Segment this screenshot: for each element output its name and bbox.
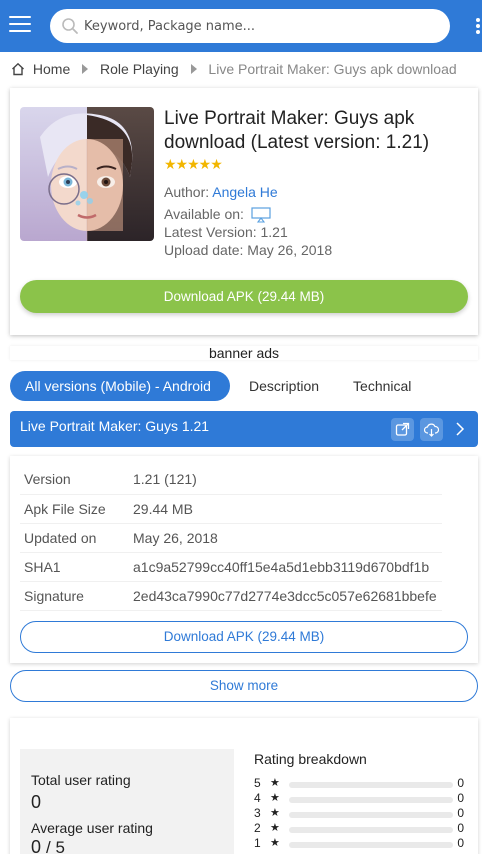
tab-bar: All versions (Mobile) - Android Descripti… [10, 371, 411, 401]
spec-value: a1c9a52799cc40ff15e4a5d1ebb3119d670bdf1b [128, 552, 442, 582]
app-info-card: Live Portrait Maker: Guys apk download (… [10, 88, 478, 335]
table-row: SHA1 a1c9a52799cc40ff15e4a5d1ebb3119d670b… [20, 552, 442, 582]
star-icon: ★ [270, 807, 280, 819]
rating-count: 0 [457, 791, 464, 805]
version-header[interactable]: Live Portrait Maker: Guys 1.21 [10, 411, 478, 447]
spec-key: SHA1 [20, 552, 128, 582]
rating-row: 2 ★ 0 [254, 821, 468, 836]
author-line: Author: Angela He [164, 184, 278, 200]
total-rating-value: 0 [31, 792, 42, 812]
breadcrumb: Home Role Playing Live Portrait Maker: G… [11, 60, 457, 80]
spec-key: Version [20, 465, 128, 495]
rating-bar [289, 812, 453, 818]
total-rating-label: Total user rating [31, 772, 131, 788]
rating-bar [289, 842, 453, 848]
app-title: Live Portrait Maker: Guys apk download (… [164, 108, 430, 153]
rating-stars-number: 5 [254, 776, 261, 790]
ratings-card: Total user rating 0 Average user rating … [10, 718, 478, 854]
download-apk-button[interactable]: Download APK (29.44 MB) [20, 280, 468, 313]
search-box[interactable] [50, 9, 450, 43]
table-row: Signature 2ed43ca7990c77d2774e3dcc5c057e6… [20, 581, 442, 611]
star-icon: ★ [270, 777, 280, 789]
chevron-right-icon[interactable] [454, 421, 466, 442]
rating-bar [289, 797, 453, 803]
download-apk-button-secondary[interactable]: Download APK (29.44 MB) [20, 621, 468, 653]
external-link-icon[interactable] [391, 418, 414, 441]
rating-stars-number: 3 [254, 806, 261, 820]
table-row: Updated on May 26, 2018 [20, 523, 442, 553]
app-icon [20, 107, 154, 241]
monitor-icon [251, 207, 271, 223]
spec-key: Signature [20, 581, 128, 611]
rating-count: 0 [457, 806, 464, 820]
spec-value: 29.44 MB [128, 494, 442, 524]
tab-description[interactable]: Description [249, 371, 319, 401]
breadcrumb-separator-icon [82, 64, 89, 75]
spec-value: 2ed43ca7990c77d2774e3dcc5c057e62681bbefe [128, 581, 442, 611]
table-row: Apk File Size 29.44 MB [20, 494, 442, 524]
rating-row: 3 ★ 0 [254, 806, 468, 821]
rating-stars-number: 1 [254, 836, 261, 850]
rating-row: 5 ★ 0 [254, 776, 468, 791]
version-title: Live Portrait Maker: Guys 1.21 [20, 418, 210, 434]
breadcrumb-home-link[interactable]: Home [33, 61, 70, 77]
spec-table: Version 1.21 (121) Apk File Size 29.44 MB … [20, 465, 442, 611]
banner-ads: banner ads [10, 346, 478, 360]
top-bar [0, 0, 482, 52]
author-link[interactable]: Angela He [212, 184, 277, 200]
star-icon: ★ [270, 792, 280, 804]
spec-value: 1.21 (121) [128, 465, 442, 495]
cloud-download-icon[interactable] [420, 418, 443, 441]
rating-bar [289, 782, 453, 788]
more-options-icon[interactable] [476, 18, 482, 36]
version-details-card: Version 1.21 (121) Apk File Size 29.44 MB … [10, 456, 478, 663]
latest-version: Latest Version: 1.21 [164, 224, 288, 240]
breadcrumb-category-link[interactable]: Role Playing [100, 61, 179, 77]
upload-date: Upload date: May 26, 2018 [164, 242, 333, 258]
spec-key: Apk File Size [20, 494, 128, 524]
author-label: Author: [164, 184, 210, 200]
star-icon: ★ [270, 822, 280, 834]
tab-technical[interactable]: Technical [353, 371, 411, 401]
search-input[interactable] [84, 16, 434, 36]
breadcrumb-current: Live Portrait Maker: Guys apk download [208, 61, 457, 78]
star-rating: ★★★★★ [164, 156, 223, 172]
rating-count: 0 [457, 821, 464, 835]
rating-row: 1 ★ 0 [254, 836, 468, 851]
spec-key: Updated on [20, 523, 128, 553]
rating-bar [289, 827, 453, 833]
rating-count: 0 [457, 836, 464, 850]
average-rating-suffix: / 5 [46, 838, 65, 854]
rating-count: 0 [457, 776, 464, 790]
spec-value: May 26, 2018 [128, 523, 442, 553]
table-row: Version 1.21 (121) [20, 465, 442, 495]
home-icon [12, 63, 24, 76]
average-rating-value: 0 / 5 [31, 837, 65, 854]
hamburger-menu-icon[interactable] [9, 16, 31, 36]
search-icon [62, 18, 78, 34]
tab-all-versions[interactable]: All versions (Mobile) - Android [10, 371, 230, 401]
rating-row: 4 ★ 0 [254, 791, 468, 806]
average-rating-number: 0 [31, 837, 42, 854]
user-rating-summary: Total user rating 0 Average user rating … [20, 749, 234, 854]
rating-stars-number: 2 [254, 821, 261, 835]
breadcrumb-separator-icon [190, 64, 197, 75]
available-on-line: Available on: [164, 206, 271, 223]
available-on-label: Available on: [164, 206, 244, 222]
average-rating-label: Average user rating [31, 820, 153, 836]
show-more-button[interactable]: Show more [10, 670, 478, 702]
rating-stars-number: 4 [254, 791, 261, 805]
rating-breakdown-title: Rating breakdown [254, 751, 367, 767]
star-icon: ★ [270, 837, 280, 849]
